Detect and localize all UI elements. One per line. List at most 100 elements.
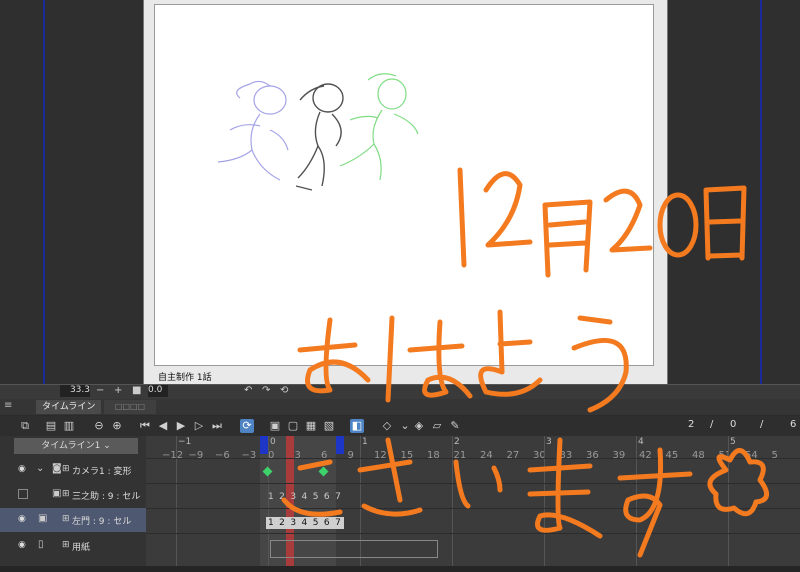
folder-icon: ▣ xyxy=(52,488,62,499)
paper-icon[interactable]: ▱ xyxy=(430,419,444,433)
cel-replace-icon[interactable]: ▧ xyxy=(322,419,336,433)
navigator-bar: 33.3 − + ■ 0.0 ↶ ↷ ⟲ xyxy=(0,384,800,399)
layer-row[interactable]: ◉ ▯ ⊞ 用紙 xyxy=(0,534,146,558)
chevron-down-icon: ⌄ xyxy=(103,441,111,451)
second-divider xyxy=(544,436,545,566)
range-start-marker[interactable] xyxy=(260,436,268,454)
edit-timeline-icon[interactable]: ▥ xyxy=(62,419,76,433)
play-icon[interactable]: ▶ xyxy=(174,419,188,433)
chevron-down-icon[interactable]: ⌄ xyxy=(36,463,44,474)
frame-tick-label: 39 xyxy=(612,450,626,461)
specify-cel-icon[interactable]: ▢ xyxy=(286,419,300,433)
frame-tick-label: 33 xyxy=(559,450,573,461)
guide-line-left xyxy=(43,0,45,384)
expand-icon[interactable]: ⊞ xyxy=(62,464,70,474)
zoom-level[interactable]: 33.3 xyxy=(60,385,90,397)
second-divider xyxy=(176,436,177,566)
range-end-marker[interactable] xyxy=(336,436,344,454)
zoom-in-timeline-icon[interactable]: ⊕ xyxy=(110,419,124,433)
keyframe-icon[interactable]: ◇ xyxy=(380,419,394,433)
layer-name: 左門 : 9 : セル xyxy=(72,517,132,527)
prev-frame-icon[interactable]: ◀ xyxy=(156,419,170,433)
frame-tick-label: −9 xyxy=(188,450,204,461)
keyframe-add-icon[interactable]: ◈ xyxy=(412,419,426,433)
frame-separator: / xyxy=(710,419,714,430)
frame-tick-label: 54 xyxy=(745,450,758,461)
eye-icon[interactable]: ◉ xyxy=(18,464,30,474)
last-frame-icon[interactable]: ⏭ xyxy=(210,419,224,433)
timeline-selector[interactable]: タイムライン1 ⌄ xyxy=(14,438,138,454)
paper-track xyxy=(270,540,438,558)
reset-rotation-icon[interactable]: ⟲ xyxy=(280,385,288,396)
zoom-out-button[interactable]: − xyxy=(96,385,104,396)
frame-tick-label: 48 xyxy=(692,450,705,461)
timeline-grid[interactable]: −12 −9 −6 −3 0 3 6 9 12 15 18 21 24 27 30 33 36 39 42 45 48 5… xyxy=(146,436,800,566)
layer-row-selected[interactable]: ◉ ▣ ⊞ 左門 : 9 : セル xyxy=(0,508,146,532)
frame-tick-label: −6 xyxy=(215,450,230,461)
second-divider xyxy=(452,436,453,566)
second-label: 1 xyxy=(362,437,368,447)
eye-off-icon[interactable] xyxy=(18,489,28,499)
cel-numbers[interactable]: 1 2 3 4 5 6 7 xyxy=(266,491,344,503)
cel-list-icon[interactable]: ▦ xyxy=(304,419,318,433)
camera-icon: ◙ xyxy=(52,463,62,474)
paper-layer-icon: ▯ xyxy=(38,539,44,550)
second-divider xyxy=(728,436,729,566)
frame-tick-label: 6 xyxy=(321,450,328,461)
first-frame-icon[interactable]: ⏮ xyxy=(138,419,152,433)
eye-icon[interactable]: ◉ xyxy=(18,514,30,524)
layer-name: カメラ1 : 変形 xyxy=(72,467,132,477)
expand-icon[interactable]: ⊞ xyxy=(62,514,70,524)
frame-tick-label: 3 xyxy=(294,450,301,461)
cel-numbers[interactable]: 1 2 3 4 5 6 7 xyxy=(266,517,345,529)
panel-menu-icon[interactable]: ≡ xyxy=(4,400,12,411)
second-label: 2 xyxy=(454,437,460,447)
rotate-right-icon[interactable]: ↷ xyxy=(262,385,270,396)
new-timeline-icon[interactable]: ▤ xyxy=(44,419,58,433)
zoom-out-timeline-icon[interactable]: ⊖ xyxy=(92,419,106,433)
total-frames: 6 xyxy=(790,419,797,430)
frame-tick-label: 18 xyxy=(427,450,440,461)
eye-icon[interactable]: ◉ xyxy=(18,540,30,550)
second-label: 0 xyxy=(270,437,276,447)
second-label: −1 xyxy=(178,437,192,447)
current-frame: 2 xyxy=(688,419,695,430)
expand-icon[interactable]: ⊞ xyxy=(62,540,70,550)
canvas-area[interactable]: 自主制作 1話 xyxy=(0,0,800,384)
stop-icon[interactable]: ■ xyxy=(132,385,141,396)
paper-caption: 自主制作 1話 xyxy=(158,373,212,383)
pen-icon[interactable]: ✎ xyxy=(448,419,462,433)
tab-timeline[interactable]: タイムライン xyxy=(36,400,102,414)
keyframe-dropdown-icon[interactable]: ⌄ xyxy=(398,419,412,433)
second-label: 4 xyxy=(638,437,644,447)
second-label: 3 xyxy=(546,437,552,447)
layer-list: タイムライン1 ⌄ ◉ ⌄ ◙ ⊞ カメラ1 : 変形 ▣ ⊞ 三之助 : 9 … xyxy=(0,436,146,566)
next-frame-icon[interactable]: ▷ xyxy=(192,419,206,433)
layer-name: 三之助 : 9 : セル xyxy=(72,492,141,502)
layer-row[interactable]: ▣ ⊞ 三之助 : 9 : セル xyxy=(0,483,146,507)
frame-tick-label: 36 xyxy=(586,450,599,461)
tab-other[interactable]: □□□□ xyxy=(104,400,156,414)
frame-tick-label: 42 xyxy=(639,450,652,461)
animation-folder-icon: ▣ xyxy=(38,513,48,524)
new-cel-icon[interactable]: ▣ xyxy=(268,419,282,433)
zoom-in-button[interactable]: + xyxy=(114,385,122,396)
loop-icon[interactable]: ⟳ xyxy=(240,419,254,433)
rotation-field[interactable]: 0.0 xyxy=(148,385,168,397)
graph-icon[interactable]: ⧉ xyxy=(18,419,32,433)
frame-tick-label: 9 xyxy=(347,450,354,461)
rotate-left-icon[interactable]: ↶ xyxy=(244,385,252,396)
onion-skin-icon[interactable]: ◧ xyxy=(350,419,364,433)
second-label: 5 xyxy=(730,437,736,447)
frame-mid: 0 xyxy=(730,419,737,430)
frame-tick-label: 5 xyxy=(771,450,778,461)
frame-tick-label: 12 xyxy=(374,450,387,461)
guide-line-right xyxy=(760,0,762,384)
frame-tick-label: 51 xyxy=(718,450,732,461)
layer-row[interactable]: ◉ ⌄ ◙ ⊞ カメラ1 : 変形 xyxy=(0,458,146,482)
frame-tick-label: −3 xyxy=(241,450,257,461)
expand-icon[interactable]: ⊞ xyxy=(62,489,70,499)
frame-tick-label: 27 xyxy=(506,450,520,461)
status-strip xyxy=(0,566,800,572)
timeline-toolbar: ⧉ ▤ ▥ ⊖ ⊕ ⏮ ◀ ▶ ▷ ⏭ ⟳ ▣ ▢ ▦ ▧ ◧ ◇ ⌄ ◈ ▱ … xyxy=(0,416,800,436)
